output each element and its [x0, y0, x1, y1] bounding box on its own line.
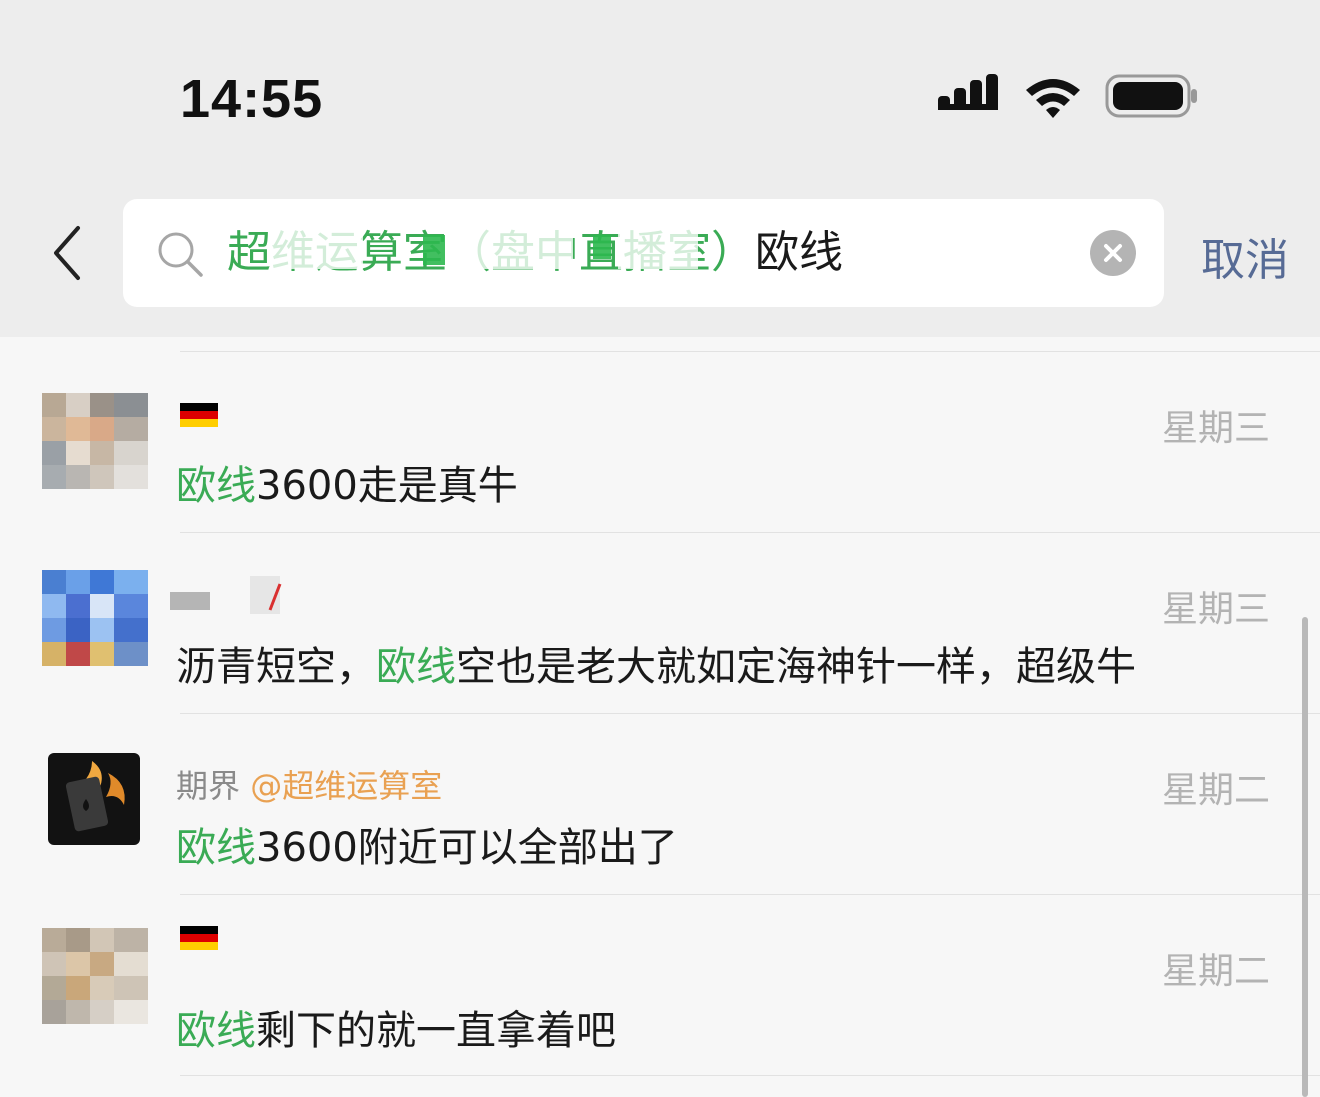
status-icons — [930, 74, 1210, 122]
name-emoji-icon — [250, 576, 282, 614]
blur-mask — [423, 235, 445, 265]
flag-icon — [180, 403, 218, 427]
message-preview: 欧线剩下的就一直拿着吧 — [176, 998, 616, 1056]
divider — [180, 713, 1320, 714]
divider — [180, 351, 1320, 352]
message-text: 3600走是真牛 — [256, 463, 518, 509]
search-icon — [158, 232, 203, 277]
message-preview: 欧线3600走是真牛 — [176, 453, 518, 511]
message-text: 3600附近可以全部出了 — [256, 825, 678, 871]
flag-icon — [180, 926, 218, 950]
search-highlight: 欧线 — [176, 825, 256, 871]
wifi-icon — [1026, 79, 1080, 118]
scrollbar[interactable] — [1302, 617, 1308, 1097]
message-date: 星期二 — [1161, 951, 1270, 992]
mention-tag: @超维运算室 — [250, 767, 443, 805]
message-preview: 欧线3600附近可以全部出了 — [176, 815, 678, 873]
search-input[interactable]: 超维运算室（盘中直播室）欧线 — [123, 199, 1164, 307]
message-date: 星期二 — [1161, 770, 1270, 811]
list-item[interactable]: 星期二 欧线剩下的就一直拿着吧 — [0, 896, 1320, 1074]
avatar — [42, 393, 148, 489]
top-bar: 14:55 超维运算室（盘中直播室）欧线 — [0, 0, 1320, 337]
divider — [180, 532, 1320, 533]
list-item[interactable]: 星期三 沥青短空，欧线空也是老大就如定海神针一样，超级牛 — [0, 534, 1320, 712]
search-query-term: 欧线 — [755, 227, 843, 278]
message-text: 空也是老大就如定海神针一样，超级牛 — [456, 644, 1136, 690]
sender-name-text: 期界 — [176, 767, 241, 805]
clear-icon[interactable] — [1090, 230, 1136, 276]
battery-icon — [1105, 74, 1197, 118]
search-highlight: 欧线 — [376, 644, 456, 690]
search-highlight: 欧线 — [176, 1008, 256, 1054]
cancel-button[interactable]: 取消 — [1201, 224, 1289, 288]
search-highlight: 欧线 — [176, 463, 256, 509]
avatar — [42, 570, 148, 666]
status-time: 14:55 — [180, 69, 324, 129]
blur-mask — [618, 229, 698, 269]
sender-name: 期界 @超维运算室 — [176, 761, 442, 807]
blur-mask — [453, 229, 573, 269]
signal-icon — [938, 74, 998, 110]
results-list: 星期三 欧线3600走是真牛 星期三 沥青短空，欧线空也是老大就如定海神针一样，… — [0, 337, 1320, 1097]
list-item[interactable]: 期界 @超维运算室 星期二 欧线3600附近可以全部出了 — [0, 715, 1320, 893]
list-item[interactable]: 星期三 欧线3600走是真牛 — [0, 353, 1320, 531]
avatar — [48, 753, 140, 845]
divider — [180, 1075, 1320, 1076]
avatar — [42, 928, 148, 1024]
message-text: 剩下的就一直拿着吧 — [256, 1008, 616, 1054]
divider — [180, 894, 1320, 895]
message-date: 星期三 — [1161, 589, 1270, 630]
message-text: 沥青短空， — [176, 644, 376, 690]
blur-mask — [170, 592, 210, 610]
blur-mask — [273, 229, 363, 269]
blur-mask — [593, 235, 611, 259]
back-icon[interactable] — [46, 222, 92, 284]
message-preview: 沥青短空，欧线空也是老大就如定海神针一样，超级牛 — [176, 634, 1136, 692]
message-date: 星期三 — [1161, 408, 1270, 449]
